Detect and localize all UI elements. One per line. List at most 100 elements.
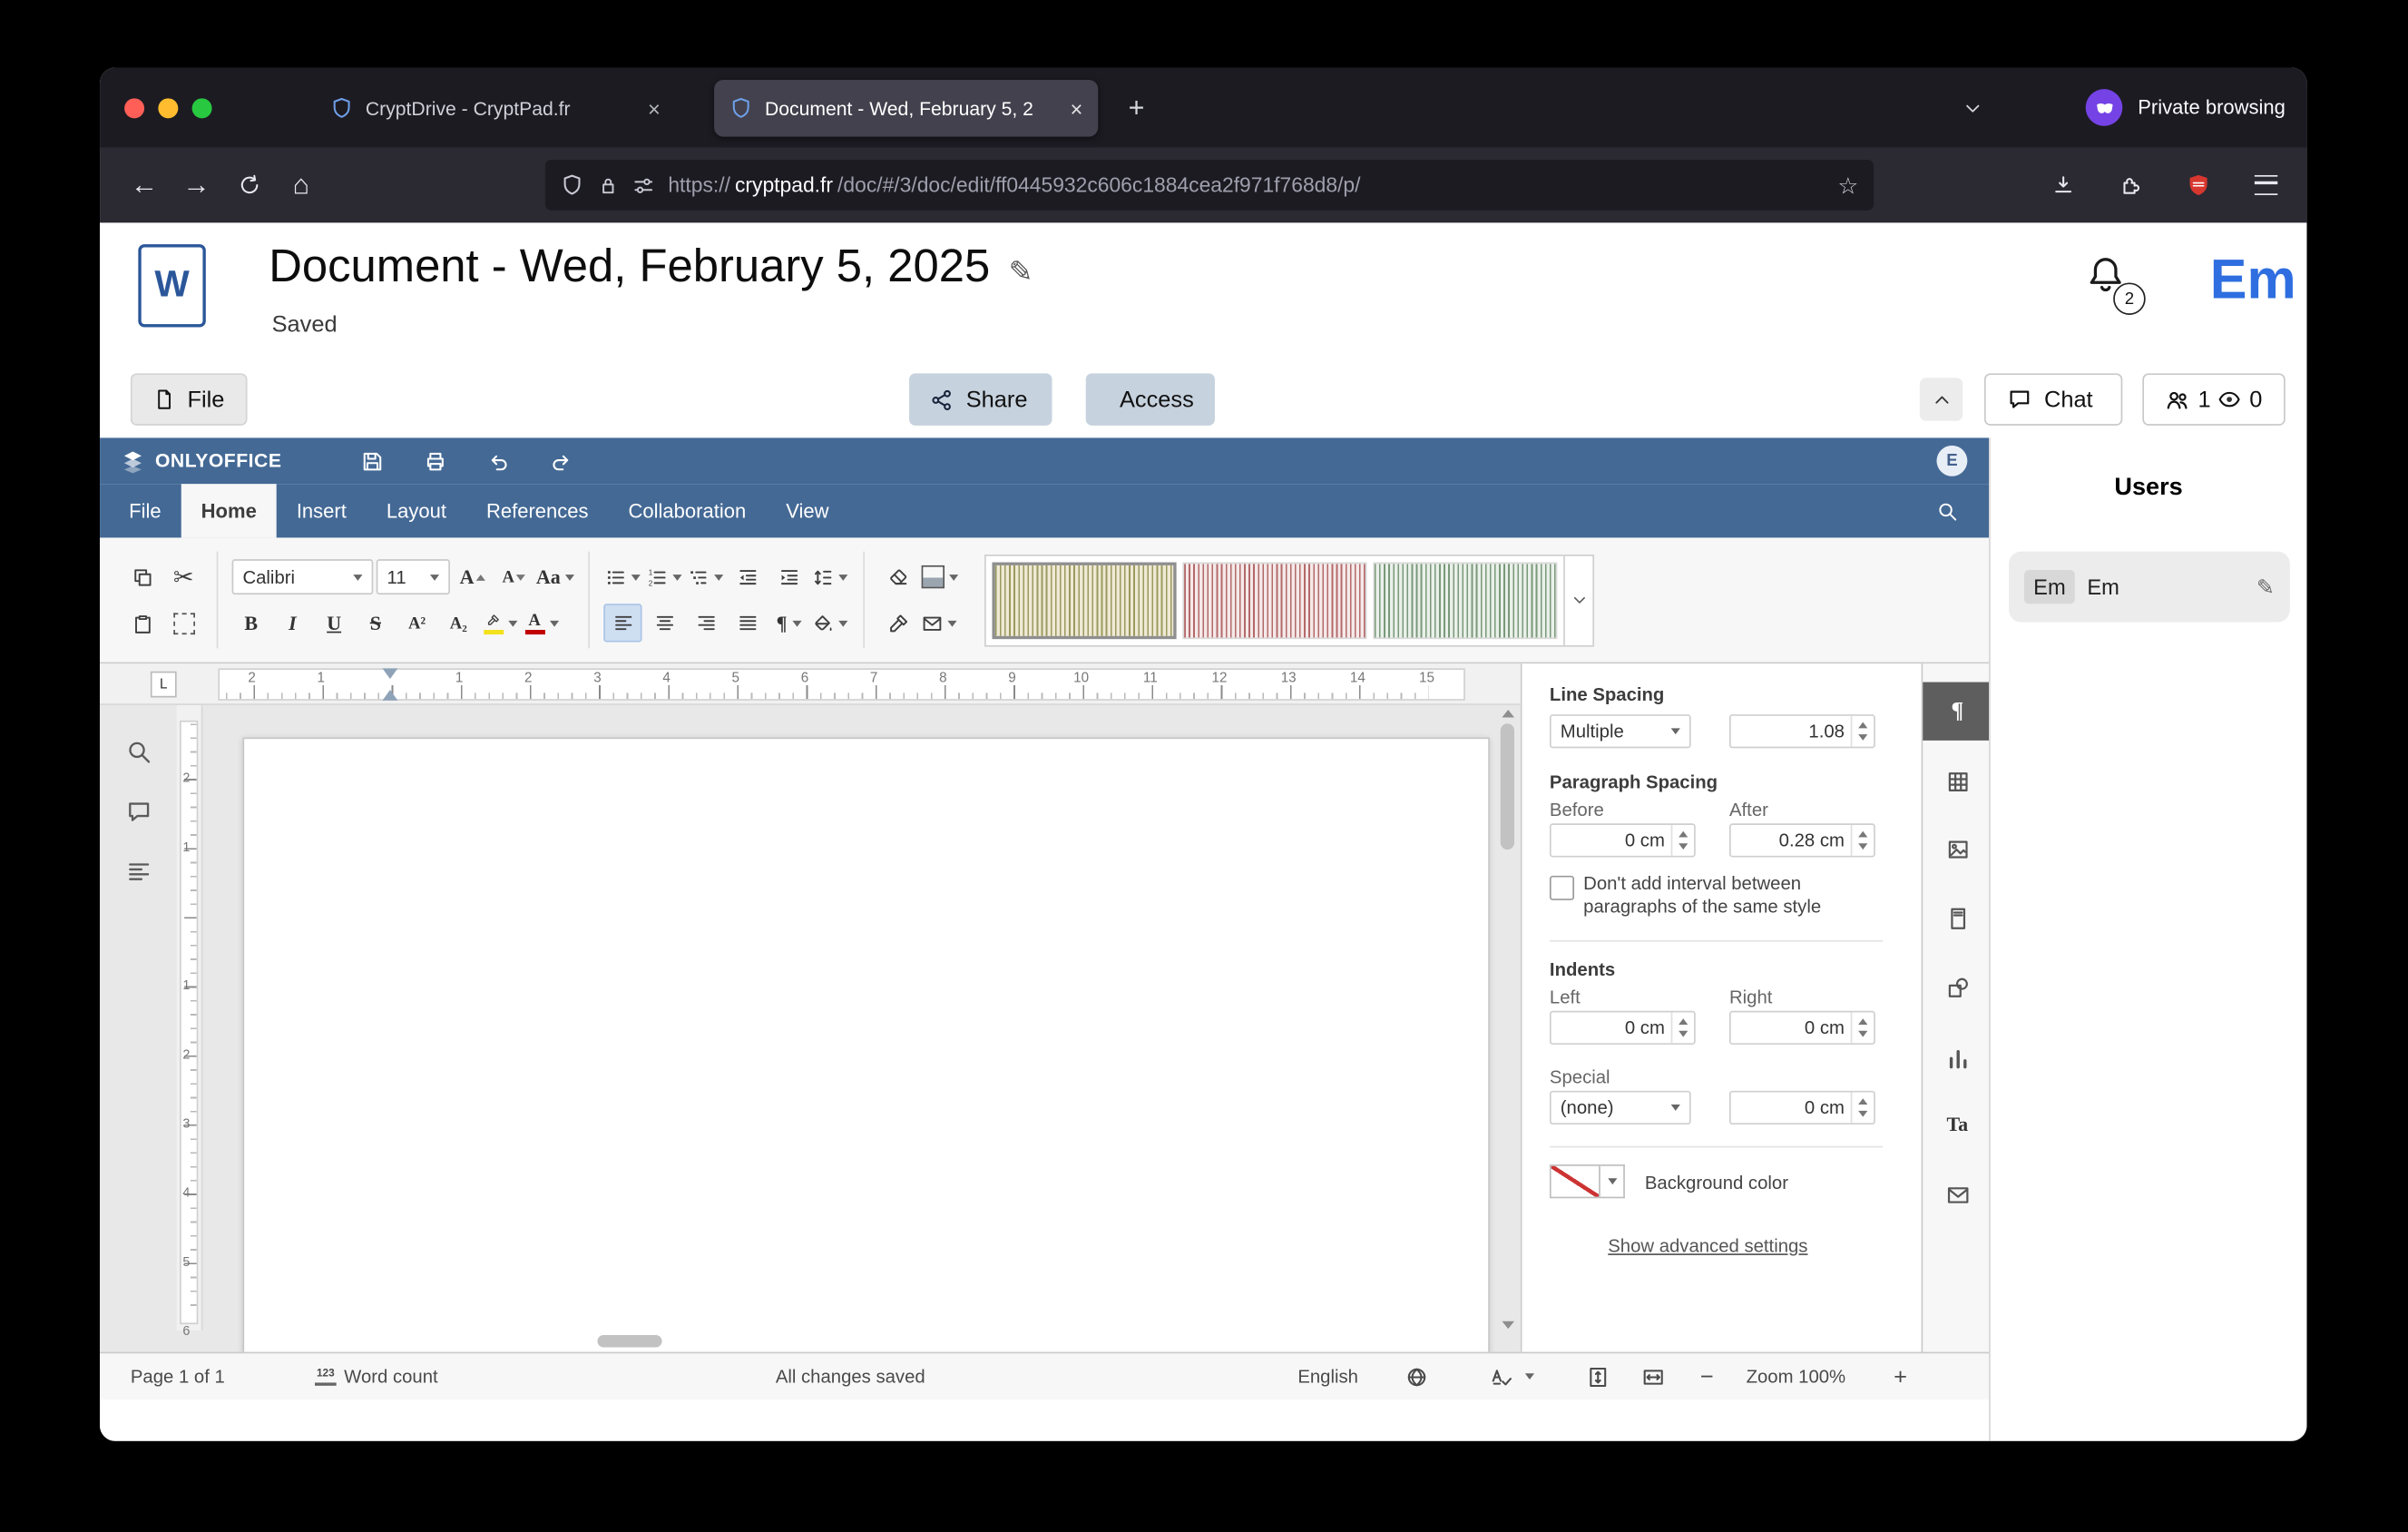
- line-spacing-value-spinner[interactable]: 1.08: [1729, 714, 1875, 748]
- increase-indent-button[interactable]: [769, 557, 808, 595]
- bookmark-star-icon[interactable]: ☆: [1837, 172, 1858, 199]
- access-button[interactable]: Access: [1086, 373, 1215, 426]
- copy-style-button[interactable]: [878, 604, 916, 642]
- mail-merge-button[interactable]: [920, 604, 958, 642]
- menu-tab-insert[interactable]: Insert: [277, 484, 367, 537]
- select-all-button[interactable]: [164, 604, 202, 642]
- browser-tab-cryptdrive[interactable]: CryptDrive - CryptPad.fr ×: [315, 80, 676, 137]
- spellcheck-button[interactable]: [1490, 1353, 1534, 1399]
- file-menu-button[interactable]: File: [131, 373, 248, 426]
- zoom-in-button[interactable]: +: [1894, 1353, 1907, 1399]
- horizontal-scrollbar[interactable]: [597, 1335, 661, 1348]
- tracking-shield-icon[interactable]: [561, 173, 583, 196]
- close-tab-icon[interactable]: ×: [648, 96, 661, 121]
- user-list-item[interactable]: Em Em ✎: [2009, 552, 2290, 623]
- first-line-indent-marker[interactable]: [382, 668, 397, 679]
- window-zoom-button[interactable]: [192, 98, 212, 118]
- align-center-button[interactable]: [645, 604, 683, 642]
- menu-tab-collaboration[interactable]: Collaboration: [609, 484, 767, 537]
- nonprinting-characters-button[interactable]: ¶: [769, 604, 808, 642]
- chat-button[interactable]: Chat: [1984, 373, 2122, 426]
- table-settings-tab[interactable]: [1923, 752, 1992, 810]
- word-count-button[interactable]: 123 Word count: [315, 1353, 438, 1399]
- ublock-icon[interactable]: [2171, 160, 2224, 209]
- paste-button[interactable]: [122, 604, 161, 642]
- justify-button[interactable]: [728, 604, 766, 642]
- change-case-button[interactable]: Aa: [536, 557, 574, 595]
- edit-user-pencil-icon[interactable]: ✎: [2256, 574, 2275, 600]
- language-select[interactable]: English: [1297, 1353, 1358, 1399]
- comments-button[interactable]: [125, 799, 152, 825]
- indent-left-spinner[interactable]: 0 cm: [1550, 1011, 1696, 1045]
- collaborator-avatar[interactable]: E: [1936, 446, 1967, 476]
- underline-button[interactable]: U: [315, 604, 353, 642]
- italic-button[interactable]: I: [273, 604, 311, 642]
- highlight-color-button[interactable]: [481, 604, 519, 642]
- numbered-list-button[interactable]: 12: [645, 557, 683, 595]
- align-right-button[interactable]: [687, 604, 725, 642]
- home-button[interactable]: ⌂: [275, 161, 328, 210]
- special-select[interactable]: (none): [1550, 1091, 1691, 1124]
- share-button[interactable]: Share: [909, 373, 1052, 426]
- bold-button[interactable]: B: [232, 604, 270, 642]
- menu-tab-home[interactable]: Home: [181, 484, 277, 537]
- collapse-toolbar-button[interactable]: [1920, 378, 1963, 420]
- indent-right-spinner[interactable]: 0 cm: [1729, 1011, 1875, 1045]
- print-button[interactable]: [425, 449, 447, 472]
- vertical-scrollbar[interactable]: [1499, 708, 1516, 1331]
- downloads-icon[interactable]: [2037, 160, 2090, 209]
- mailmerge-settings-tab[interactable]: [1923, 1166, 1992, 1224]
- menu-tab-layout[interactable]: Layout: [367, 484, 466, 537]
- user-avatar[interactable]: Em: [2210, 248, 2296, 312]
- undo-button[interactable]: [487, 449, 510, 472]
- navigation-button[interactable]: [125, 859, 152, 885]
- menu-tab-view[interactable]: View: [766, 484, 848, 537]
- style-swatch-3[interactable]: [1373, 562, 1557, 639]
- font-size-select[interactable]: 11: [377, 559, 450, 594]
- permissions-icon[interactable]: [632, 174, 654, 196]
- new-tab-button[interactable]: +: [1117, 87, 1157, 127]
- scrollbar-thumb[interactable]: [1501, 723, 1514, 849]
- close-tab-icon[interactable]: ×: [1070, 96, 1082, 121]
- spacing-before-spinner[interactable]: 0 cm: [1550, 823, 1696, 857]
- style-swatch-2[interactable]: [1182, 562, 1366, 639]
- background-color-swatch[interactable]: [1550, 1164, 1600, 1198]
- clear-style-button[interactable]: [878, 557, 916, 595]
- background-color-dropdown[interactable]: [1600, 1164, 1625, 1198]
- url-bar[interactable]: https:// cryptpad.fr /doc/#/3/doc/edit/f…: [545, 160, 1874, 211]
- extensions-icon[interactable]: [2104, 160, 2157, 209]
- advanced-settings-link[interactable]: Show advanced settings: [1608, 1235, 1807, 1257]
- menu-tab-references[interactable]: References: [466, 484, 609, 537]
- reload-button[interactable]: [222, 161, 275, 210]
- zoom-out-button[interactable]: −: [1700, 1353, 1714, 1399]
- save-button[interactable]: [361, 449, 384, 472]
- notifications-button[interactable]: 2: [2084, 253, 2137, 311]
- list-tabs-chevron-icon[interactable]: [1953, 89, 1991, 126]
- window-close-button[interactable]: [124, 98, 144, 118]
- textart-settings-tab[interactable]: Ta: [1923, 1095, 1992, 1154]
- tab-stop-selector[interactable]: L: [151, 671, 177, 697]
- paragraph-borders-button[interactable]: [920, 557, 958, 595]
- subscript-button[interactable]: A₂: [439, 604, 477, 642]
- align-left-button[interactable]: [603, 604, 641, 642]
- horizontal-ruler[interactable]: L 21123456789101112131415: [100, 663, 1521, 705]
- decrease-indent-button[interactable]: [728, 557, 766, 595]
- cut-button[interactable]: ✂: [164, 557, 202, 595]
- paragraph-settings-tab[interactable]: ¶: [1923, 683, 1992, 741]
- increase-font-button[interactable]: A: [453, 557, 491, 595]
- back-button[interactable]: ←: [118, 161, 171, 210]
- decrease-font-button[interactable]: A: [494, 557, 533, 595]
- strikethrough-button[interactable]: S: [357, 604, 395, 642]
- line-spacing-button[interactable]: [811, 557, 849, 595]
- menu-icon[interactable]: [2239, 160, 2292, 209]
- find-button[interactable]: [125, 739, 152, 765]
- redo-button[interactable]: [551, 449, 573, 472]
- special-value-spinner[interactable]: 0 cm: [1729, 1091, 1875, 1124]
- shape-settings-tab[interactable]: [1923, 958, 1992, 1016]
- connection-lock-icon[interactable]: [597, 174, 619, 196]
- fit-width-button[interactable]: [1641, 1353, 1664, 1399]
- left-indent-marker[interactable]: [382, 690, 397, 701]
- no-interval-checkbox[interactable]: [1550, 876, 1574, 900]
- fit-page-button[interactable]: [1587, 1353, 1610, 1399]
- paragraph-shading-button[interactable]: [811, 604, 849, 642]
